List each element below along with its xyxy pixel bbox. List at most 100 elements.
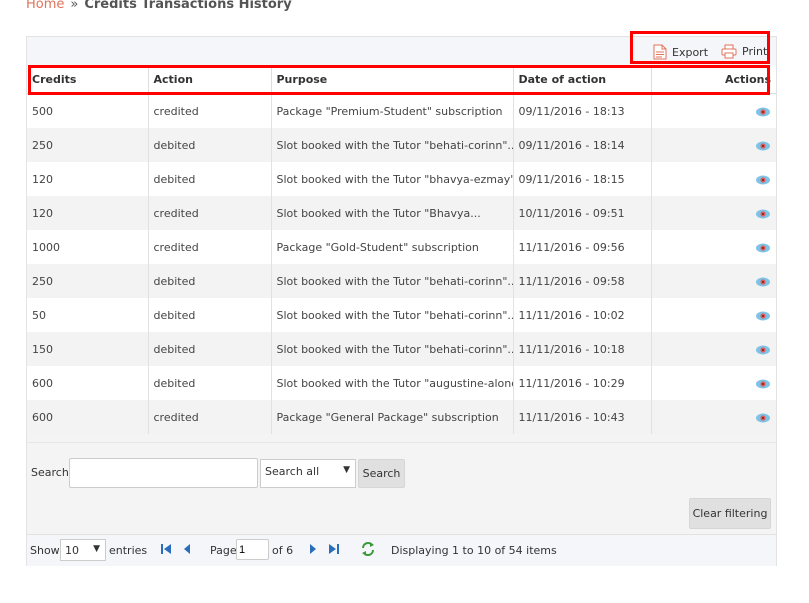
- export-label: Export: [672, 45, 709, 59]
- cell-date: 11/11/2016 - 09:56: [513, 230, 652, 264]
- row-view-action[interactable]: [651, 230, 776, 264]
- row-view-action[interactable]: [651, 400, 776, 434]
- eye-icon: [756, 175, 770, 184]
- print-button[interactable]: Print: [721, 44, 767, 59]
- cell-credits: 50: [27, 298, 149, 332]
- cell-credits: 600: [27, 366, 149, 400]
- page-size-value: 10: [65, 544, 79, 557]
- page-size-select[interactable]: 10 ▼: [60, 539, 106, 561]
- eye-icon: [756, 345, 770, 354]
- row-view-action[interactable]: [651, 162, 776, 196]
- grid-toolbar: Export Print: [27, 37, 776, 65]
- export-button[interactable]: Export: [653, 44, 708, 60]
- table-row: 150 debited Slot booked with the Tutor "be…: [27, 332, 776, 366]
- row-view-action[interactable]: [651, 264, 776, 298]
- cell-date: 11/11/2016 - 09:58: [513, 264, 652, 298]
- cell-action: credited: [148, 196, 272, 230]
- caret-down-icon: ▼: [93, 544, 100, 554]
- search-scope-value: Search all: [265, 465, 320, 478]
- cell-credits: 1000: [27, 230, 149, 264]
- column-header-credits[interactable]: Credits: [27, 65, 149, 94]
- eye-icon: [756, 311, 770, 320]
- cell-date: 11/11/2016 - 10:18: [513, 332, 652, 366]
- cell-purpose: Slot booked with the Tutor "behati-corin…: [271, 264, 514, 298]
- cell-date: 11/11/2016 - 10:02: [513, 298, 652, 332]
- previous-page-icon[interactable]: [182, 543, 192, 555]
- cell-date: 09/11/2016 - 18:14: [513, 128, 652, 162]
- table-row: 50 debited Slot booked with the Tutor "beh…: [27, 298, 776, 332]
- cell-date: 11/11/2016 - 10:43: [513, 400, 652, 434]
- transactions-table: Credits Action Purpose Date of action Ac…: [27, 65, 776, 434]
- row-view-action[interactable]: [651, 128, 776, 162]
- clear-filtering-button[interactable]: Clear filtering: [689, 498, 771, 529]
- eye-icon: [756, 413, 770, 422]
- table-header-row: Credits Action Purpose Date of action Ac…: [27, 65, 776, 94]
- cell-credits: 500: [27, 93, 149, 128]
- page-number-input[interactable]: [236, 539, 269, 560]
- cell-action: debited: [148, 264, 272, 298]
- row-view-action[interactable]: [651, 366, 776, 400]
- row-view-action[interactable]: [651, 196, 776, 230]
- cell-action: debited: [148, 366, 272, 400]
- cell-purpose: Slot booked with the Tutor "behati-corin…: [271, 298, 514, 332]
- transactions-panel: Export Print Credits Action Purpose Date…: [26, 31, 777, 566]
- eye-icon: [756, 209, 770, 218]
- breadcrumb-home-link[interactable]: Home: [26, 0, 64, 12]
- display-info: Displaying 1 to 10 of 54 items: [391, 544, 557, 557]
- page-label: Page: [210, 544, 237, 557]
- column-header-actions: Actions: [651, 65, 776, 94]
- table-row: 120 debited Slot booked with the Tutor "bh…: [27, 162, 776, 196]
- table-row: 1000 credited Package "Gold-Student" subsc…: [27, 230, 776, 264]
- print-label: Print: [742, 45, 768, 58]
- search-button[interactable]: Search: [358, 459, 405, 488]
- cell-date: 10/11/2016 - 09:51: [513, 196, 652, 230]
- cell-action: credited: [148, 400, 272, 434]
- cell-purpose: Slot booked with the Tutor "bhavya-ezmay…: [271, 162, 514, 196]
- cell-date: 09/11/2016 - 18:15: [513, 162, 652, 196]
- cell-purpose: Package "General Package" subscription: [271, 400, 514, 434]
- eye-icon: [756, 141, 770, 150]
- cell-credits: 120: [27, 196, 149, 230]
- page-title: Credits Transactions History: [84, 0, 292, 12]
- cell-purpose: Slot booked with the Tutor "augustine-al…: [271, 366, 514, 400]
- next-page-icon[interactable]: [308, 543, 318, 555]
- column-header-purpose[interactable]: Purpose: [271, 65, 514, 94]
- cell-action: debited: [148, 162, 272, 196]
- table-row: 250 debited Slot booked with the Tutor "be…: [27, 128, 776, 162]
- cell-purpose: Slot booked with the Tutor "behati-corin…: [271, 332, 514, 366]
- cell-action: debited: [148, 128, 272, 162]
- row-view-action[interactable]: [651, 298, 776, 332]
- eye-icon: [756, 277, 770, 286]
- search-scope-select[interactable]: Search all ▼: [260, 459, 356, 488]
- cell-date: 11/11/2016 - 10:29: [513, 366, 652, 400]
- breadcrumb-separator: »: [70, 0, 79, 12]
- cell-action: debited: [148, 298, 272, 332]
- filter-bar: Search: Search all ▼ Search Clear filter…: [27, 442, 776, 535]
- first-page-icon[interactable]: [160, 543, 172, 555]
- refresh-icon[interactable]: [360, 541, 376, 557]
- caret-down-icon: ▼: [343, 465, 350, 475]
- cell-purpose: Slot booked with the Tutor "Bhavya...: [271, 196, 514, 230]
- eye-icon: [756, 107, 770, 116]
- last-page-icon[interactable]: [328, 543, 340, 555]
- column-header-action[interactable]: Action: [148, 65, 272, 94]
- cell-credits: 150: [27, 332, 149, 366]
- cell-credits: 250: [27, 264, 149, 298]
- cell-credits: 120: [27, 162, 149, 196]
- table-row: 600 debited Slot booked with the Tutor "au…: [27, 366, 776, 400]
- show-label: Show: [30, 544, 60, 557]
- cell-action: debited: [148, 332, 272, 366]
- cell-purpose: Slot booked with the Tutor "behati-corin…: [271, 128, 514, 162]
- breadcrumb: Home » Credits Transactions History: [26, 0, 292, 12]
- row-view-action[interactable]: [651, 332, 776, 366]
- page-count: of 6: [272, 544, 294, 557]
- column-header-date[interactable]: Date of action: [513, 65, 652, 94]
- row-view-action[interactable]: [651, 93, 776, 128]
- table-row: 250 debited Slot booked with the Tutor "be…: [27, 264, 776, 298]
- table-row: 600 credited Package "General Package" sub…: [27, 400, 776, 434]
- cell-action: credited: [148, 230, 272, 264]
- cell-purpose: Package "Gold-Student" subscription: [271, 230, 514, 264]
- export-icon: [653, 44, 667, 60]
- search-input[interactable]: [69, 458, 258, 488]
- cell-credits: 250: [27, 128, 149, 162]
